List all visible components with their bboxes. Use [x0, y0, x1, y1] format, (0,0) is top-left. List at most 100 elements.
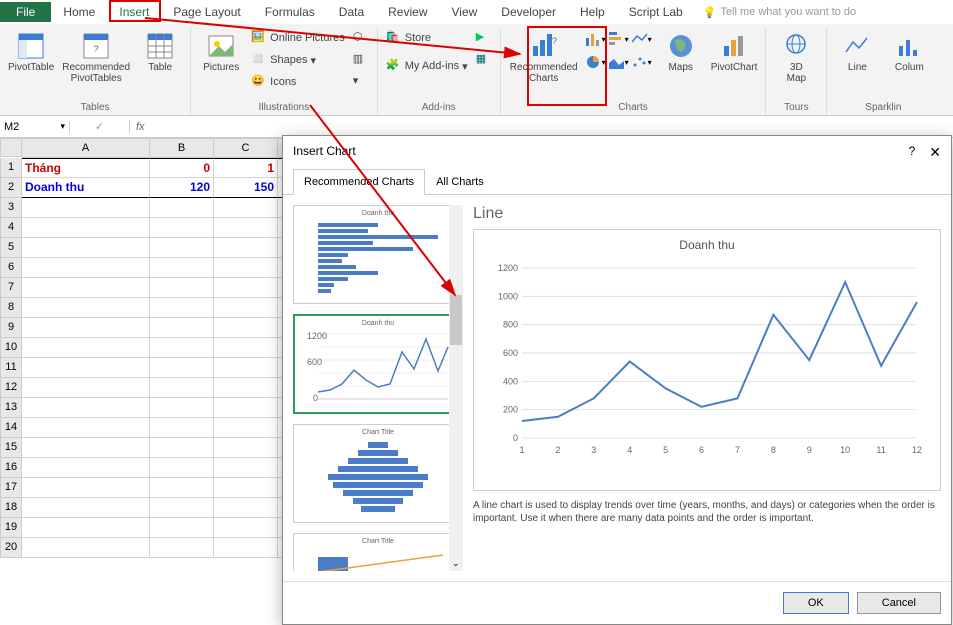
- thumb-combo[interactable]: Chart Title: [293, 533, 463, 571]
- cell[interactable]: [150, 378, 214, 398]
- icons-button[interactable]: 😀Icons: [249, 72, 347, 92]
- cell[interactable]: [214, 198, 278, 218]
- thumb-clustered-bar[interactable]: Doanh thu: [293, 205, 463, 304]
- store-button[interactable]: 🛍️Store: [384, 28, 470, 48]
- people-button[interactable]: ▦: [474, 50, 494, 70]
- cell[interactable]: [22, 318, 150, 338]
- cell[interactable]: [22, 238, 150, 258]
- tab-scriptlab[interactable]: Script Lab: [617, 2, 695, 22]
- row-header[interactable]: 9: [0, 318, 22, 338]
- 3dmodel-button[interactable]: ⬡: [351, 28, 371, 48]
- row-header[interactable]: 14: [0, 418, 22, 438]
- row-header[interactable]: 1: [0, 158, 22, 178]
- cell[interactable]: [150, 518, 214, 538]
- cell-a2[interactable]: Doanh thu: [22, 178, 150, 198]
- myaddins-button[interactable]: 🧩My Add-ins▾: [384, 56, 470, 76]
- close-button[interactable]: ✕: [929, 144, 941, 161]
- cell[interactable]: [22, 378, 150, 398]
- sparkline-line-button[interactable]: Line: [833, 28, 881, 75]
- line-chart-button[interactable]: ▾: [631, 28, 653, 50]
- tell-me-search[interactable]: 💡 Tell me what you want to do: [703, 6, 856, 19]
- row-header[interactable]: 15: [0, 438, 22, 458]
- maps-button[interactable]: Maps: [657, 28, 705, 75]
- cell[interactable]: [150, 358, 214, 378]
- cell[interactable]: [214, 378, 278, 398]
- row-header[interactable]: 3: [0, 198, 22, 218]
- row-header[interactable]: 5: [0, 238, 22, 258]
- cell[interactable]: [214, 298, 278, 318]
- bing-button[interactable]: ▶: [474, 28, 494, 48]
- row-header[interactable]: 11: [0, 358, 22, 378]
- shapes-button[interactable]: ◻️Shapes▾: [249, 50, 347, 70]
- row-header[interactable]: 6: [0, 258, 22, 278]
- cell[interactable]: [150, 218, 214, 238]
- screenshot-button[interactable]: ▾: [351, 72, 371, 92]
- bar-chart-button[interactable]: ▾: [585, 28, 607, 50]
- cell[interactable]: [22, 478, 150, 498]
- sparkline-column-button[interactable]: Colum: [885, 28, 933, 75]
- cell[interactable]: [22, 418, 150, 438]
- cell[interactable]: [150, 238, 214, 258]
- row-header[interactable]: 4: [0, 218, 22, 238]
- tab-help[interactable]: Help: [568, 2, 617, 22]
- cell[interactable]: [22, 498, 150, 518]
- cell[interactable]: [150, 398, 214, 418]
- ok-button[interactable]: OK: [783, 592, 849, 614]
- cell[interactable]: [150, 438, 214, 458]
- table-button[interactable]: Table: [136, 28, 184, 75]
- cell[interactable]: [150, 418, 214, 438]
- cell[interactable]: [214, 478, 278, 498]
- cell[interactable]: [214, 258, 278, 278]
- cell[interactable]: [22, 458, 150, 478]
- tab-insert[interactable]: Insert: [107, 2, 161, 22]
- rec-charts-button[interactable]: ? Recommended Charts: [507, 28, 581, 86]
- cell[interactable]: [22, 278, 150, 298]
- tab-home[interactable]: Home: [51, 2, 107, 22]
- cell[interactable]: [150, 258, 214, 278]
- chart-preview-box[interactable]: Doanh thu 020040060080010001200123456789…: [473, 229, 941, 491]
- help-button[interactable]: ?: [909, 144, 916, 161]
- thumb-funnel[interactable]: Chart Title: [293, 424, 463, 523]
- cell[interactable]: [22, 198, 150, 218]
- cell[interactable]: [214, 398, 278, 418]
- col-header-b[interactable]: B: [150, 138, 214, 158]
- cell[interactable]: [214, 318, 278, 338]
- pivottable-button[interactable]: PivotTable: [6, 28, 56, 75]
- row-header[interactable]: 20: [0, 538, 22, 558]
- row-header[interactable]: 2: [0, 178, 22, 198]
- pictures-button[interactable]: Pictures: [197, 28, 245, 75]
- cell[interactable]: [150, 298, 214, 318]
- cell[interactable]: [22, 218, 150, 238]
- cell-a1[interactable]: Tháng: [22, 158, 150, 178]
- name-box[interactable]: M2▾: [0, 121, 70, 133]
- cancel-button[interactable]: Cancel: [857, 592, 941, 614]
- smartart-button[interactable]: ▥: [351, 50, 371, 70]
- cell[interactable]: [22, 338, 150, 358]
- pivotchart-button[interactable]: PivotChart: [709, 28, 760, 75]
- tab-all-charts[interactable]: All Charts: [425, 169, 495, 195]
- cell-c1[interactable]: 1: [214, 158, 278, 178]
- 3dmap-button[interactable]: 3D Map: [772, 28, 820, 86]
- tab-page-layout[interactable]: Page Layout: [161, 2, 252, 22]
- cell[interactable]: [150, 318, 214, 338]
- row-header[interactable]: 17: [0, 478, 22, 498]
- cell[interactable]: [150, 278, 214, 298]
- cell-c2[interactable]: 150: [214, 178, 278, 198]
- cell[interactable]: [214, 358, 278, 378]
- cell[interactable]: [214, 278, 278, 298]
- tab-review[interactable]: Review: [376, 2, 439, 22]
- cell[interactable]: [22, 518, 150, 538]
- scrollbar[interactable]: ⌄: [449, 205, 463, 571]
- cell[interactable]: [214, 458, 278, 478]
- cell[interactable]: [150, 498, 214, 518]
- cell-b1[interactable]: 0: [150, 158, 214, 178]
- cell[interactable]: [214, 238, 278, 258]
- tab-developer[interactable]: Developer: [489, 2, 568, 22]
- cell[interactable]: [214, 418, 278, 438]
- row-header[interactable]: 12: [0, 378, 22, 398]
- area-chart-button[interactable]: ▾: [608, 51, 630, 73]
- row-header[interactable]: 18: [0, 498, 22, 518]
- row-header[interactable]: 16: [0, 458, 22, 478]
- row-header[interactable]: 10: [0, 338, 22, 358]
- cell[interactable]: [214, 518, 278, 538]
